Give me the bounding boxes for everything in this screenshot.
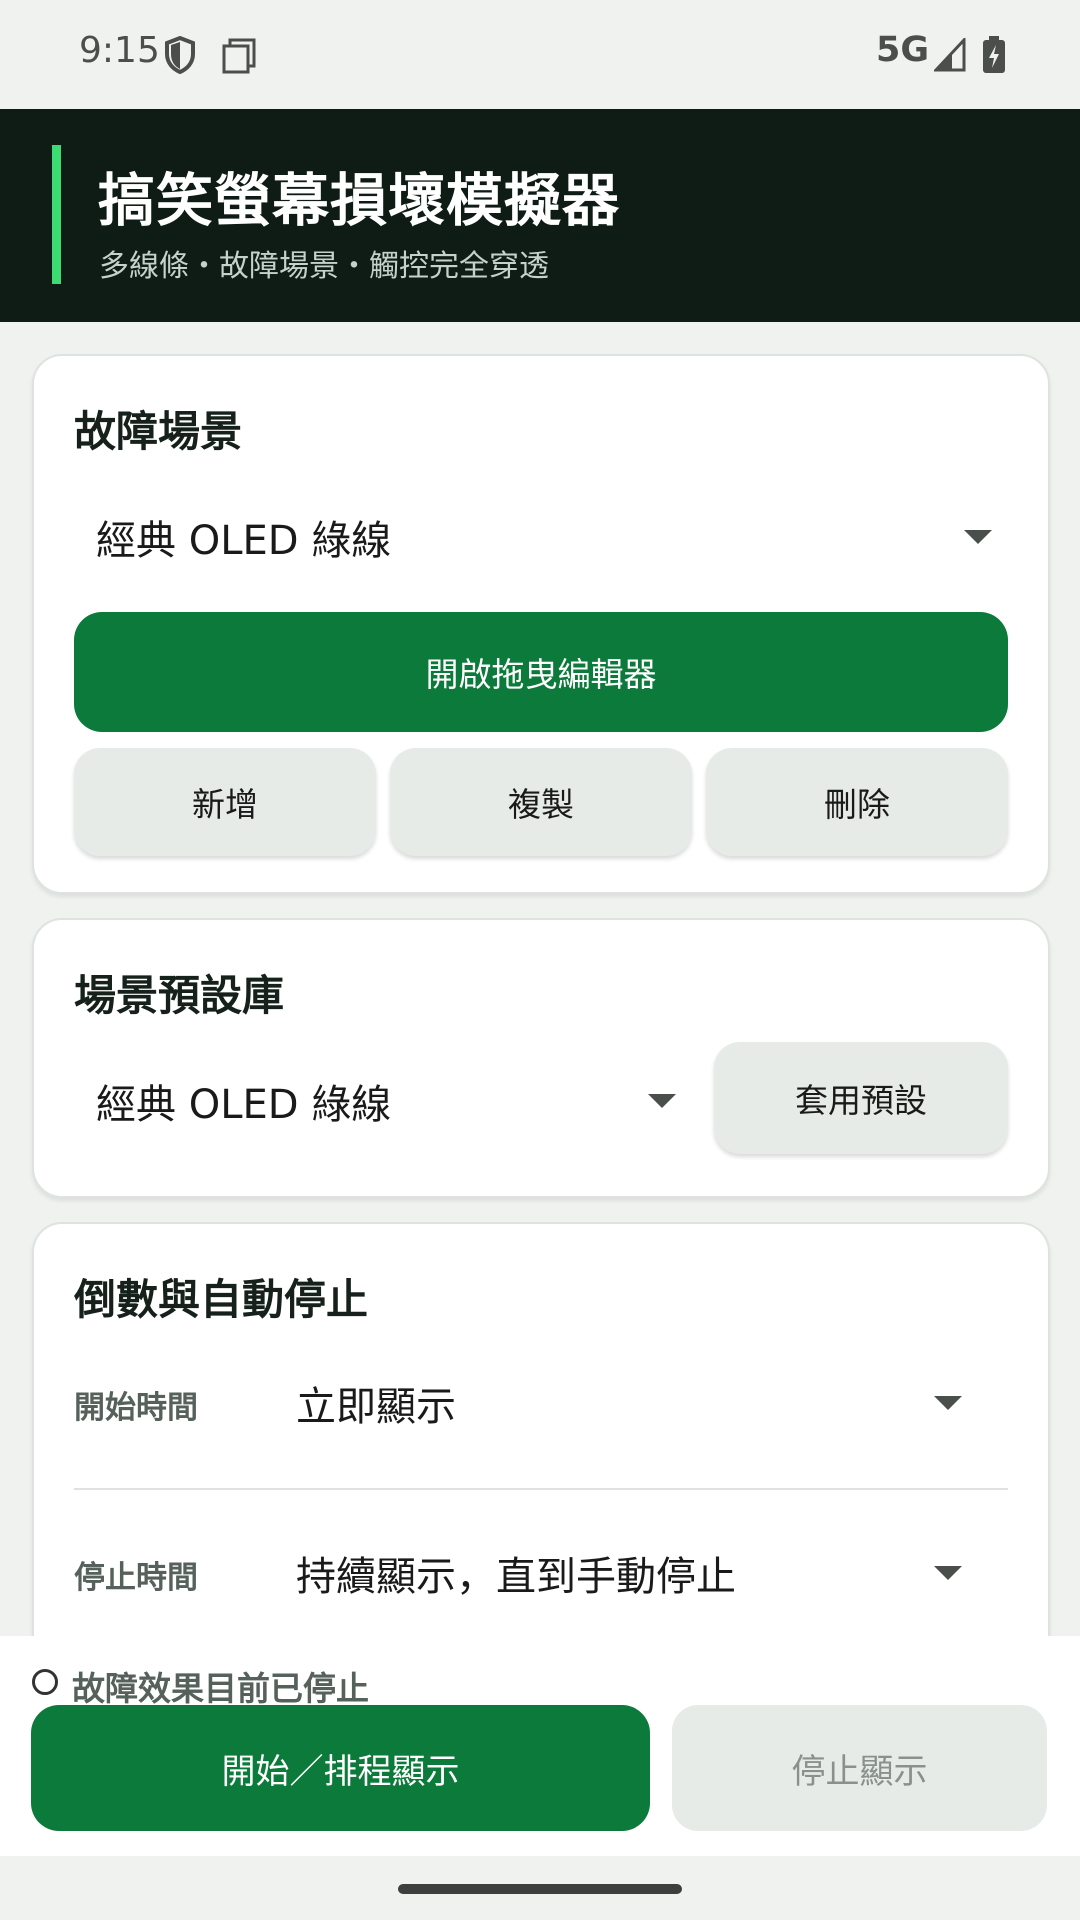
screen-icon: [222, 38, 256, 74]
timer-card: 倒數與自動停止 開始時間 立即顯示 停止時間 持續顯示，直到手動停止: [32, 1222, 1050, 1704]
start-time-value: 立即顯示: [296, 1384, 456, 1430]
home-handle[interactable]: [398, 1884, 682, 1894]
bottom-panel: 故障效果目前已停止 開始／排程顯示 停止顯示: [0, 1636, 1080, 1856]
preset-card-title: 場景預設庫: [74, 971, 285, 1020]
gesture-nav-bar: [0, 1856, 1080, 1920]
app-subtitle: 多線條・故障場景・觸控完全穿透: [99, 249, 549, 284]
header-accent-bar: [52, 145, 61, 284]
shield-icon: [165, 36, 195, 74]
scene-dropdown-value: 經典 OLED 綠線: [96, 518, 392, 564]
scene-dropdown[interactable]: 經典 OLED 綠線: [96, 508, 996, 568]
start-display-button[interactable]: 開始／排程顯示: [31, 1705, 650, 1831]
open-editor-button[interactable]: 開啟拖曳編輯器: [74, 612, 1008, 732]
network-type: 5G: [876, 30, 930, 70]
status-indicator-icon: [32, 1669, 58, 1695]
preset-dropdown-value: 經典 OLED 綠線: [96, 1082, 392, 1128]
copy-scene-button[interactable]: 複製: [390, 748, 692, 856]
chevron-down-icon: [964, 530, 992, 544]
add-scene-button[interactable]: 新增: [74, 748, 376, 856]
timer-card-title: 倒數與自動停止: [74, 1275, 369, 1324]
status-time: 9:15: [79, 30, 160, 71]
chevron-down-icon: [934, 1566, 962, 1580]
stop-time-label: 停止時間: [74, 1560, 198, 1596]
preset-dropdown[interactable]: 經典 OLED 綠線: [96, 1072, 686, 1132]
app-title: 搞笑螢幕損壞模擬器: [98, 168, 620, 234]
scene-card: 故障場景 經典 OLED 綠線 開啟拖曳編輯器 新增 複製 刪除: [32, 354, 1050, 894]
preset-card: 場景預設庫 經典 OLED 綠線 套用預設: [32, 918, 1050, 1198]
scene-card-title: 故障場景: [74, 407, 243, 456]
start-time-label: 開始時間: [74, 1390, 198, 1426]
chevron-down-icon: [934, 1396, 962, 1410]
battery-icon: [983, 36, 1005, 73]
apply-preset-button[interactable]: 套用預設: [714, 1042, 1008, 1154]
row-divider: [74, 1488, 1008, 1490]
status-bar: 9:15 5G: [0, 0, 1080, 109]
stop-time-dropdown[interactable]: 持續顯示，直到手動停止: [296, 1544, 996, 1604]
delete-scene-button[interactable]: 刪除: [706, 748, 1008, 856]
stop-display-button[interactable]: 停止顯示: [672, 1705, 1047, 1831]
chevron-down-icon: [648, 1094, 676, 1108]
start-time-dropdown[interactable]: 立即顯示: [296, 1374, 996, 1434]
stop-time-value: 持續顯示，直到手動停止: [296, 1554, 736, 1600]
signal-icon: [934, 38, 966, 72]
effect-status-text: 故障效果目前已停止: [72, 1669, 369, 1708]
app-header: 搞笑螢幕損壞模擬器 多線條・故障場景・觸控完全穿透: [0, 109, 1080, 322]
